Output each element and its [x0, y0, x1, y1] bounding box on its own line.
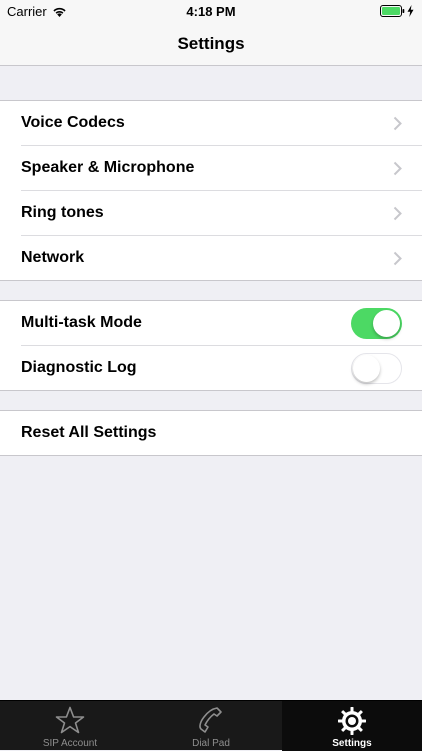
ring-tones-label: Ring tones — [21, 204, 104, 221]
network-row[interactable]: Network — [0, 236, 422, 281]
ring-tones-row[interactable]: Ring tones — [0, 191, 422, 236]
tab-label: Settings — [332, 738, 372, 749]
charging-bolt-icon — [407, 5, 414, 17]
battery-icon — [380, 5, 405, 17]
toggle-knob — [353, 355, 380, 382]
tab-bar: SIP Account Dial Pad Settings — [0, 700, 422, 751]
toggle-knob — [373, 310, 400, 337]
speaker-microphone-label: Speaker & Microphone — [21, 159, 195, 176]
chevron-right-icon — [393, 251, 402, 266]
page-title: Settings — [177, 34, 245, 53]
chevron-right-icon — [393, 161, 402, 176]
diagnostic-log-row: Diagnostic Log — [0, 346, 422, 391]
phone-icon — [199, 707, 222, 733]
tab-dial-pad[interactable]: Dial Pad — [141, 701, 281, 751]
toggles-group: Multi-task Mode Diagnostic Log — [0, 300, 422, 391]
network-label: Network — [21, 249, 85, 266]
status-time: 4:18 PM — [186, 4, 236, 19]
status-bar: Carrier 4:18 PM — [0, 0, 422, 22]
multitask-mode-label: Multi-task Mode — [21, 314, 142, 331]
reset-all-settings-label: Reset All Settings — [21, 424, 157, 441]
tab-settings[interactable]: Settings — [282, 701, 422, 751]
multitask-mode-toggle[interactable] — [351, 308, 402, 339]
navigation-bar: Settings — [0, 22, 422, 66]
tab-sip-account[interactable]: SIP Account — [0, 701, 140, 751]
voice-codecs-label: Voice Codecs — [21, 114, 125, 131]
voice-codecs-row[interactable]: Voice Codecs — [0, 101, 422, 146]
multitask-mode-row: Multi-task Mode — [0, 301, 422, 346]
tab-label: Dial Pad — [192, 738, 230, 749]
tab-label: SIP Account — [42, 738, 98, 749]
battery-indicator — [380, 5, 414, 17]
codecs-audio-network-group: Voice Codecs Speaker & Microphone Ring t… — [0, 100, 422, 281]
star-icon — [55, 706, 85, 734]
diagnostic-log-toggle[interactable] — [351, 353, 402, 384]
gear-icon — [338, 707, 366, 735]
reset-group: Reset All Settings — [0, 410, 422, 456]
diagnostic-log-label: Diagnostic Log — [21, 359, 137, 376]
speaker-microphone-row[interactable]: Speaker & Microphone — [0, 146, 422, 191]
chevron-right-icon — [393, 116, 402, 131]
reset-all-settings-row[interactable]: Reset All Settings — [0, 411, 422, 456]
chevron-right-icon — [393, 206, 402, 221]
